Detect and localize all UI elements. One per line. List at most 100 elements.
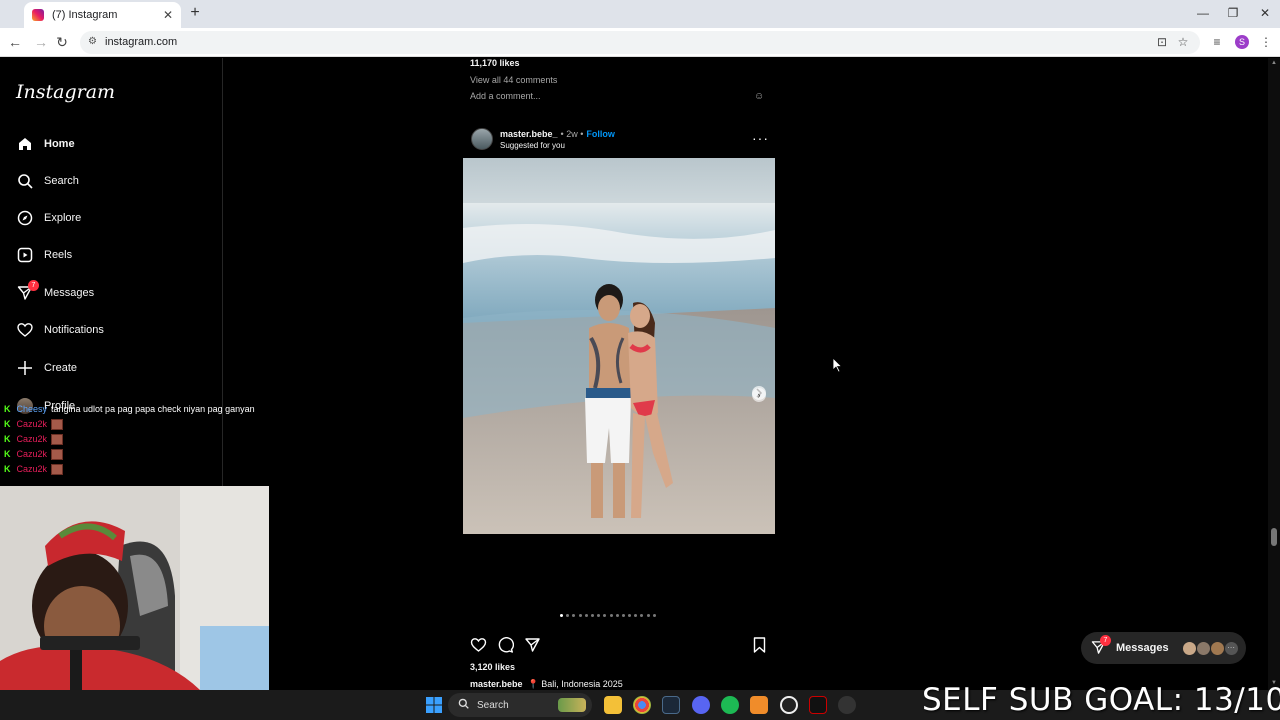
emote-icon [51,463,64,475]
sidebar-item-create[interactable]: Create [16,353,216,383]
emote-icon [51,418,64,430]
emoji-icon[interactable]: ☺ [754,91,764,102]
carousel-dot [560,614,563,617]
post-photo[interactable] [463,158,775,534]
sidebar-item-search[interactable]: Search [16,166,216,196]
post-likes[interactable]: 3,120 likes [470,662,515,672]
add-comment-input[interactable]: Add a comment... [470,91,541,101]
reload-button[interactable]: ↻ [53,33,71,51]
bookmark-star-icon[interactable]: ☆ [1175,34,1191,50]
emote-icon [51,448,64,460]
app-icon[interactable] [838,696,856,714]
caption-username[interactable]: master.bebe [470,679,523,690]
url-text[interactable]: instagram.com [105,36,177,48]
share-icon[interactable] [524,637,541,658]
browser-tab[interactable]: (7) Instagram ✕ [24,2,181,28]
sidebar-item-home[interactable]: Home [16,129,216,159]
back-button[interactable]: ← [6,33,24,51]
carousel-dot [621,614,625,617]
discord-icon[interactable] [692,696,710,714]
forward-button[interactable]: → [32,33,50,51]
avatar [1182,641,1196,655]
kick-icon: K [4,464,11,474]
follow-button[interactable]: Follow [586,129,615,139]
reels-icon [16,246,34,264]
mouse-cursor [832,357,843,378]
media-controls-icon[interactable]: ≡ [1209,34,1225,50]
sidebar-item-notifications[interactable]: Notifications [16,315,216,345]
carousel-dot [640,614,644,617]
messages-badge: 7 [28,280,39,291]
address-bar[interactable]: ⚙ instagram.com ⊡ ☆ [80,31,1200,54]
sidebar-item-explore[interactable]: Explore [16,203,216,233]
more-icon[interactable]: ··· [752,130,769,146]
view-comments-link[interactable]: View all 44 comments [470,75,557,85]
sidebar-item-messages[interactable]: 7 Messages [16,278,216,308]
sidebar-item-label: Reels [44,249,73,261]
comment-icon[interactable] [497,637,515,658]
page-scrollbar[interactable]: ▲ ▼ [1268,58,1280,690]
messages-pill-button[interactable]: 7 Messages ··· [1081,632,1246,664]
carousel-dot [615,614,619,617]
carousel-dot [609,614,613,617]
menu-kebab-icon[interactable]: ⋮ [1258,34,1274,50]
chat-message: K Cheesy tangina udlot pa pag papa check… [4,402,255,416]
restore-icon[interactable]: ❐ [1218,4,1248,22]
chat-text: tangina udlot pa pag papa check niyan pa… [51,404,255,414]
close-window-icon[interactable]: ✕ [1250,4,1280,22]
prev-post-likes[interactable]: 11,170 likes [470,58,520,68]
new-tab-button[interactable]: + [186,4,204,22]
kick-icon: K [4,404,11,414]
install-app-icon[interactable]: ⊡ [1154,34,1170,50]
app-icon[interactable] [750,696,768,714]
recent-contacts-avatars: ··· [1182,641,1238,655]
chat-username: Cazu2k [16,449,48,459]
windows-start-icon[interactable] [426,697,442,718]
sidebar-item-label: Explore [44,212,82,224]
more-icon: ··· [1224,641,1238,655]
sidebar-item-label: Notifications [44,324,104,336]
instagram-logo[interactable]: Instagram [16,81,115,103]
sidebar-item-label: Search [44,175,79,187]
search-highlight-icon [558,698,586,712]
scroll-up-icon[interactable]: ▲ [1271,60,1277,66]
tab-title: (7) Instagram [52,9,118,21]
kick-icon: K [4,419,11,429]
heart-icon [16,321,34,339]
spotify-icon[interactable] [721,696,739,714]
site-info-icon[interactable]: ⚙ [88,36,100,48]
chat-username: Cazu2k [16,419,48,429]
search-icon [16,172,34,190]
obs-icon[interactable] [780,696,798,714]
browser-toolbar: ← → ↻ ⚙ instagram.com ⊡ ☆ ≡ S ⋮ [0,28,1280,57]
close-tab-icon[interactable]: ✕ [163,8,173,22]
chat-username: Cazu2k [16,434,48,444]
like-icon[interactable] [470,637,487,658]
browser-tab-strip: (7) Instagram ✕ + — ❐ ✕ [0,0,1280,28]
avatar [1210,641,1224,655]
carousel-next-button[interactable]: › [752,388,766,402]
messages-pill-label: Messages [1116,642,1169,654]
steam-icon[interactable] [662,696,680,714]
bookmark-icon[interactable] [752,637,767,658]
app-icon[interactable] [809,696,827,714]
profile-avatar-button[interactable]: S [1235,35,1249,49]
avatar[interactable] [471,128,493,150]
compass-icon [16,209,34,227]
sidebar-item-reels[interactable]: Reels [16,240,216,270]
instagram-favicon-icon [32,9,44,21]
avatar [1196,641,1210,655]
carousel-dot [628,614,632,617]
taskbar-search-box[interactable]: Search [448,693,592,717]
file-explorer-icon[interactable] [604,696,622,714]
sidebar-item-label: Create [44,362,78,374]
sub-goal-overlay: SELF SUB GOAL: 13/10 [922,682,1280,718]
minimize-icon[interactable]: — [1188,4,1218,22]
scrollbar-thumb[interactable] [1271,528,1277,546]
post-username[interactable]: master.bebe_ [500,129,558,139]
chrome-icon[interactable] [633,696,651,714]
emote-icon [51,433,64,445]
carousel-dot [578,614,582,617]
messages-icon: 7 [1091,635,1111,656]
carousel-dot [652,614,656,617]
